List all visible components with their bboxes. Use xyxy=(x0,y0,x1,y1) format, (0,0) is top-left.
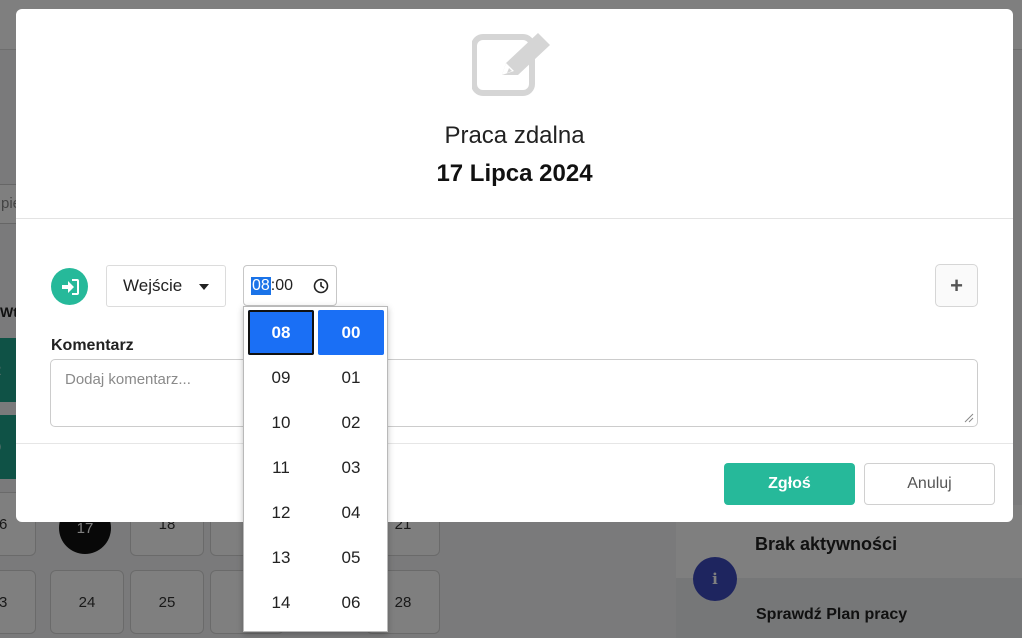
hour-option[interactable]: 08 xyxy=(248,310,314,355)
minute-option[interactable]: 04 xyxy=(318,490,384,535)
hour-option[interactable]: 14 xyxy=(248,580,314,625)
time-hours-segment[interactable]: 08 xyxy=(251,276,271,295)
minute-option[interactable]: 00 xyxy=(318,310,384,355)
sign-in-icon xyxy=(51,268,88,305)
hour-option[interactable]: 10 xyxy=(248,400,314,445)
minute-option[interactable]: 06 xyxy=(318,580,384,625)
modal-footer-divider xyxy=(16,443,1013,444)
clock-icon[interactable] xyxy=(313,278,329,294)
time-input[interactable]: 08:00 xyxy=(243,265,337,306)
add-entry-button[interactable]: + xyxy=(935,264,978,307)
modal-header: Praca zdalna 17 Lipca 2024 xyxy=(16,9,1013,219)
entry-type-value: Wejście xyxy=(123,276,183,295)
edit-icon xyxy=(472,33,550,96)
hours-column: 08 09 10 11 12 13 14 xyxy=(248,310,314,625)
comment-field[interactable] xyxy=(50,359,978,427)
minute-option[interactable]: 03 xyxy=(318,445,384,490)
hour-option[interactable]: 12 xyxy=(248,490,314,535)
hour-option[interactable]: 13 xyxy=(248,535,314,580)
submit-button[interactable]: Zgłoś xyxy=(724,463,855,505)
hour-option[interactable]: 11 xyxy=(248,445,314,490)
time-picker-dropdown: 08 09 10 11 12 13 14 00 01 02 03 04 05 0… xyxy=(243,306,388,632)
comment-label: Komentarz xyxy=(51,337,134,354)
resize-grip-icon[interactable] xyxy=(964,413,974,423)
modal-date: 17 Lipca 2024 xyxy=(436,160,593,187)
caret-down-icon xyxy=(199,284,209,290)
hour-option[interactable]: 09 xyxy=(248,355,314,400)
minutes-column: 00 01 02 03 04 05 06 xyxy=(318,310,384,625)
modal-title: Praca zdalna xyxy=(444,122,585,149)
minute-option[interactable]: 05 xyxy=(318,535,384,580)
entry-type-select[interactable]: Wejście xyxy=(106,265,226,307)
minute-option[interactable]: 02 xyxy=(318,400,384,445)
minute-option[interactable]: 01 xyxy=(318,355,384,400)
time-minutes-segment[interactable]: 00 xyxy=(275,277,293,295)
remote-work-modal: Praca zdalna 17 Lipca 2024 Wejście 08:00… xyxy=(16,9,1013,522)
cancel-button[interactable]: Anuluj xyxy=(864,463,995,505)
